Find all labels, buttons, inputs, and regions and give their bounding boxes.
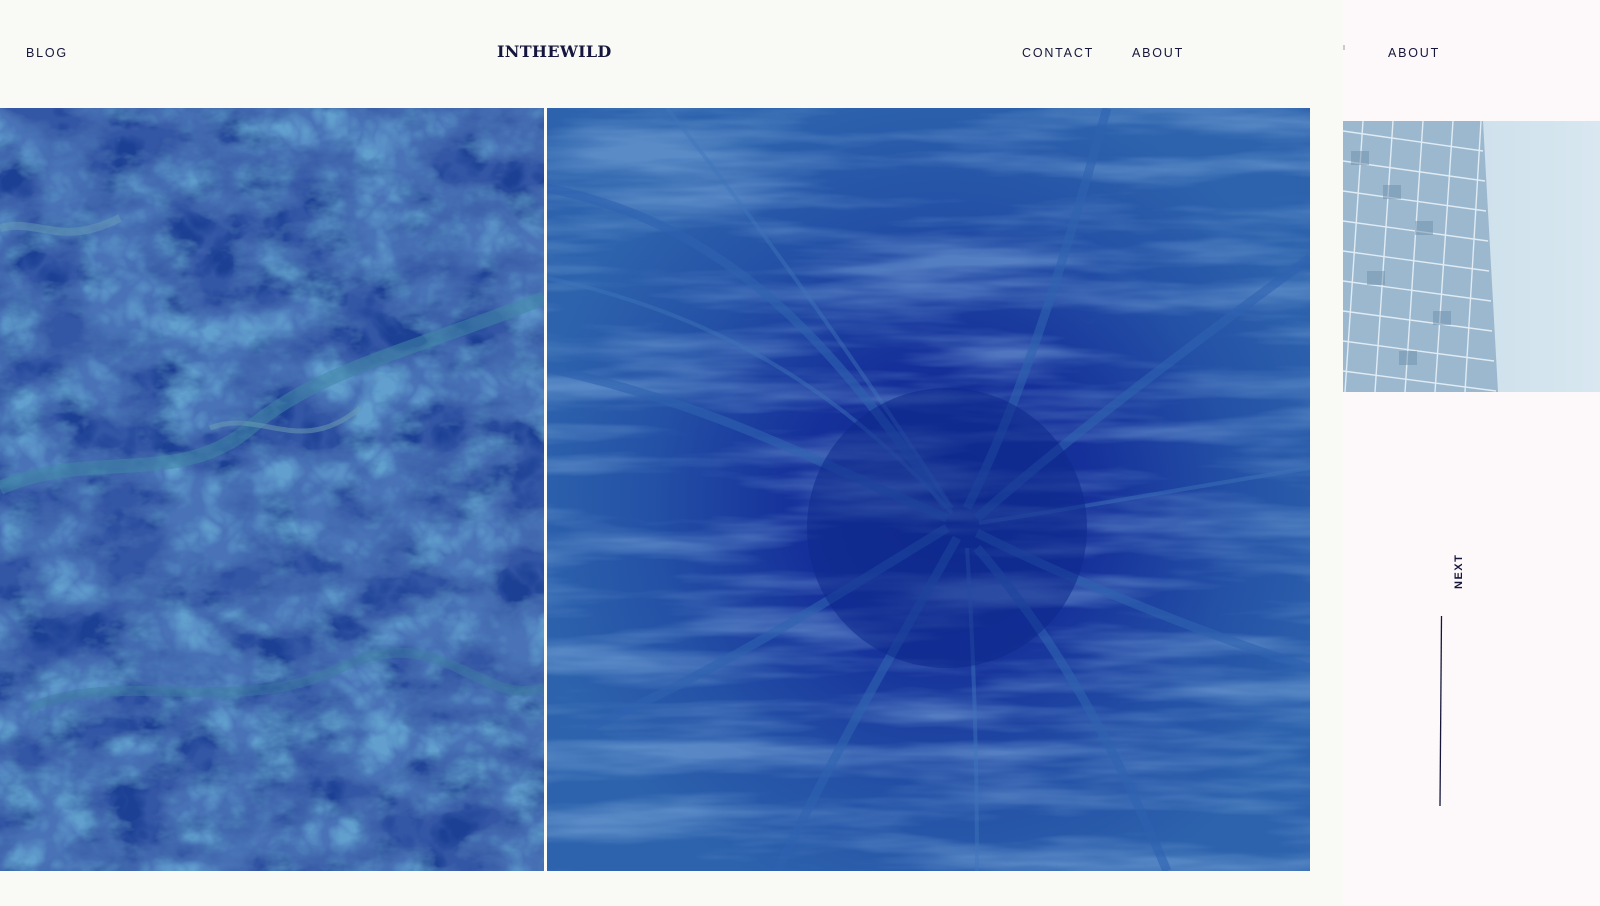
next-nav-about-link[interactable]: ABOUT: [1388, 46, 1440, 60]
nav-contact-link[interactable]: CONTACT: [1022, 46, 1094, 60]
next-indicator-line: [1438, 616, 1444, 806]
next-button[interactable]: NEXT: [1439, 551, 1479, 589]
paint-swirl-image: [547, 108, 1310, 871]
next-preview-image[interactable]: [1343, 121, 1600, 392]
next-label-text: NEXT: [1453, 553, 1465, 589]
main-panel: BLOG INTHEWILD CONTACT ABOUT: [0, 0, 1343, 906]
gallery-image-marble[interactable]: [0, 108, 544, 871]
glass-building-image: [1343, 121, 1600, 392]
site-logo[interactable]: INTHEWILD: [497, 42, 612, 61]
next-page-preview[interactable]: ABOUT NEXT: [1343, 0, 1600, 906]
cropped-nav-mark: [1343, 45, 1345, 50]
page: BLOG INTHEWILD CONTACT ABOUT ABOUT NEXT: [0, 0, 1600, 906]
marble-texture-image: [0, 108, 544, 871]
nav-about-link[interactable]: ABOUT: [1132, 46, 1184, 60]
nav-blog-link[interactable]: BLOG: [26, 46, 68, 60]
gallery-image-swirl[interactable]: [547, 108, 1310, 871]
